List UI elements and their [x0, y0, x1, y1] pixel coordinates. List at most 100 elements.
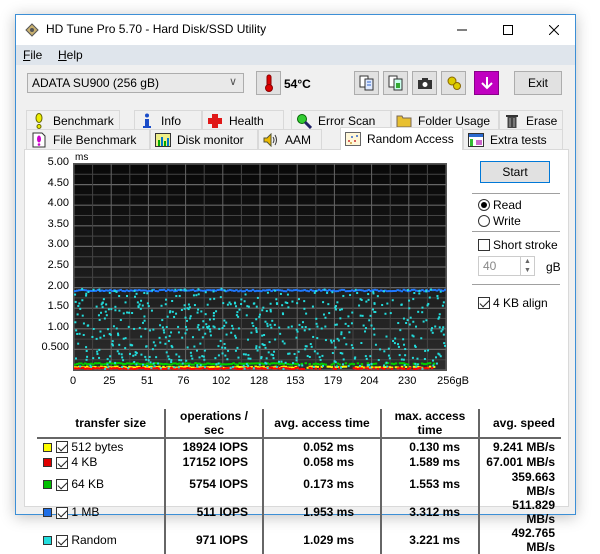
data-point [203, 358, 206, 361]
y-tick-label: 3.00 [47, 238, 69, 251]
y-axis-unit: ms [75, 152, 89, 163]
spinner-arrows[interactable]: ▲ ▼ [520, 257, 534, 275]
data-point [192, 294, 195, 297]
menu-file[interactable]: File [23, 48, 42, 62]
series-color-swatch [43, 442, 52, 452]
data-point [305, 345, 308, 348]
data-point [403, 364, 406, 367]
start-button[interactable]: Start [480, 161, 550, 183]
minimize-button[interactable] [439, 15, 485, 45]
data-point [224, 354, 227, 357]
data-point [209, 298, 212, 301]
data-point [387, 354, 390, 357]
data-point [161, 319, 164, 322]
tab-info[interactable]: Info [134, 110, 202, 130]
data-point [98, 348, 101, 351]
data-point [434, 325, 437, 328]
series-checkbox[interactable] [56, 441, 68, 454]
data-point [278, 360, 281, 363]
data-point [371, 308, 374, 311]
spin-up-icon[interactable]: ▲ [521, 257, 534, 266]
data-point [204, 313, 207, 316]
data-point [402, 338, 405, 341]
data-point [96, 350, 99, 353]
copy-screenshot-button[interactable] [383, 71, 408, 95]
data-point [238, 308, 241, 311]
tab-benchmark[interactable]: Benchmark [26, 110, 120, 130]
error-scan-icon [296, 113, 312, 129]
avg-speed-cell: 511.829 MB/s [478, 498, 561, 526]
data-point [92, 288, 95, 291]
temperature-button[interactable] [256, 71, 281, 95]
data-point [191, 357, 194, 360]
data-point [265, 310, 268, 313]
data-point [295, 336, 298, 339]
data-point [92, 357, 95, 360]
exit-button[interactable]: Exit [514, 71, 562, 95]
data-point [304, 326, 307, 329]
align-checkbox[interactable]: 4 KB align [478, 296, 548, 310]
tab-extra-tests[interactable]: Extra tests [463, 129, 563, 149]
data-point [223, 289, 226, 292]
data-point [168, 335, 171, 338]
read-radio[interactable]: Read [478, 198, 522, 212]
data-point [347, 315, 350, 318]
tab-health[interactable]: Health [202, 110, 284, 130]
avg-speed-cell: 492.765 MB/s [478, 526, 561, 554]
series-checkbox[interactable] [56, 534, 68, 547]
read-radio-indicator[interactable] [478, 199, 490, 211]
data-point [266, 291, 269, 294]
data-point [428, 362, 432, 365]
app-window: HD Tune Pro 5.70 - Hard Disk/SSD Utility… [15, 14, 577, 554]
data-point [408, 299, 411, 302]
data-point [190, 354, 193, 357]
short-stroke-check[interactable] [478, 239, 490, 251]
data-point [126, 294, 129, 297]
drive-select[interactable]: ADATA SU900 (256 gB) ∨ [27, 73, 244, 93]
data-point [91, 335, 94, 338]
close-button[interactable] [531, 15, 577, 45]
data-point [374, 311, 377, 314]
tab-aam[interactable]: AAM [258, 129, 322, 149]
table-row: Random 971 IOPS 1.029 ms 3.221 ms 492.765 MB… [37, 526, 561, 554]
data-point [234, 302, 237, 305]
data-point [411, 356, 414, 359]
tab-file-benchmark[interactable]: File Benchmark [26, 129, 150, 149]
data-point [222, 302, 225, 305]
data-point [135, 352, 138, 355]
data-point [364, 330, 367, 333]
data-point [155, 356, 158, 359]
data-point [361, 314, 364, 317]
data-point [114, 361, 117, 364]
data-point [76, 313, 79, 316]
short-stroke-spinner[interactable]: 40 ▲ ▼ [478, 256, 535, 276]
copy-text-button[interactable] [354, 71, 379, 95]
data-point [173, 366, 176, 369]
series-checkbox[interactable] [56, 478, 68, 491]
write-radio-indicator[interactable] [478, 215, 490, 227]
write-radio[interactable]: Write [478, 214, 521, 228]
series-checkbox[interactable] [56, 456, 68, 469]
tab-erase[interactable]: Erase [499, 110, 563, 130]
series-checkbox[interactable] [56, 506, 68, 519]
short-stroke-checkbox[interactable]: Short stroke [478, 238, 558, 252]
data-point [252, 302, 255, 305]
data-point [90, 365, 93, 368]
spin-down-icon[interactable]: ▼ [521, 266, 534, 275]
data-point [74, 357, 77, 360]
data-point [303, 307, 306, 310]
tab-random-access[interactable]: Random Access [340, 127, 463, 150]
screenshot-button[interactable] [412, 71, 437, 95]
data-point [291, 300, 294, 303]
tab-disk-monitor[interactable]: Disk monitor [150, 129, 258, 149]
options-button[interactable] [441, 71, 466, 95]
data-point [350, 344, 353, 347]
maximize-button[interactable] [485, 15, 531, 45]
series-64-kb [74, 362, 436, 366]
data-point [370, 324, 373, 327]
menu-help[interactable]: Help [58, 48, 83, 62]
y-tick-label: 2.00 [47, 279, 69, 292]
save-button[interactable] [474, 71, 499, 95]
data-point [303, 300, 306, 303]
align-check[interactable] [478, 297, 490, 309]
